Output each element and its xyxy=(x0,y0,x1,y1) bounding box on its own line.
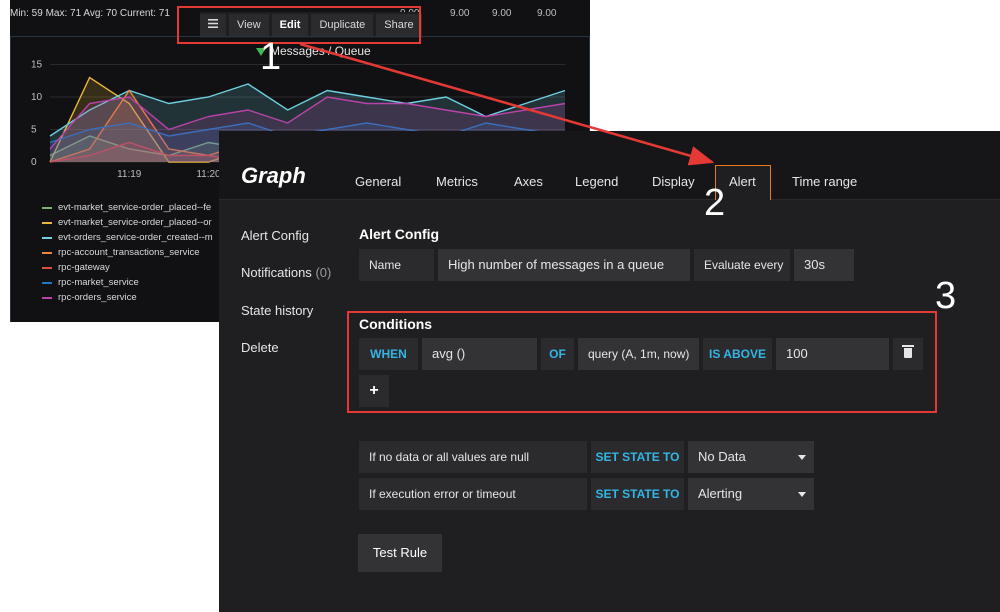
annotation-number-1: 1 xyxy=(260,36,282,78)
annotation-arrow xyxy=(299,42,715,166)
arrow-line xyxy=(299,42,715,166)
annotation-number-2: 2 xyxy=(704,182,726,224)
annotation-number-3: 3 xyxy=(935,275,957,317)
